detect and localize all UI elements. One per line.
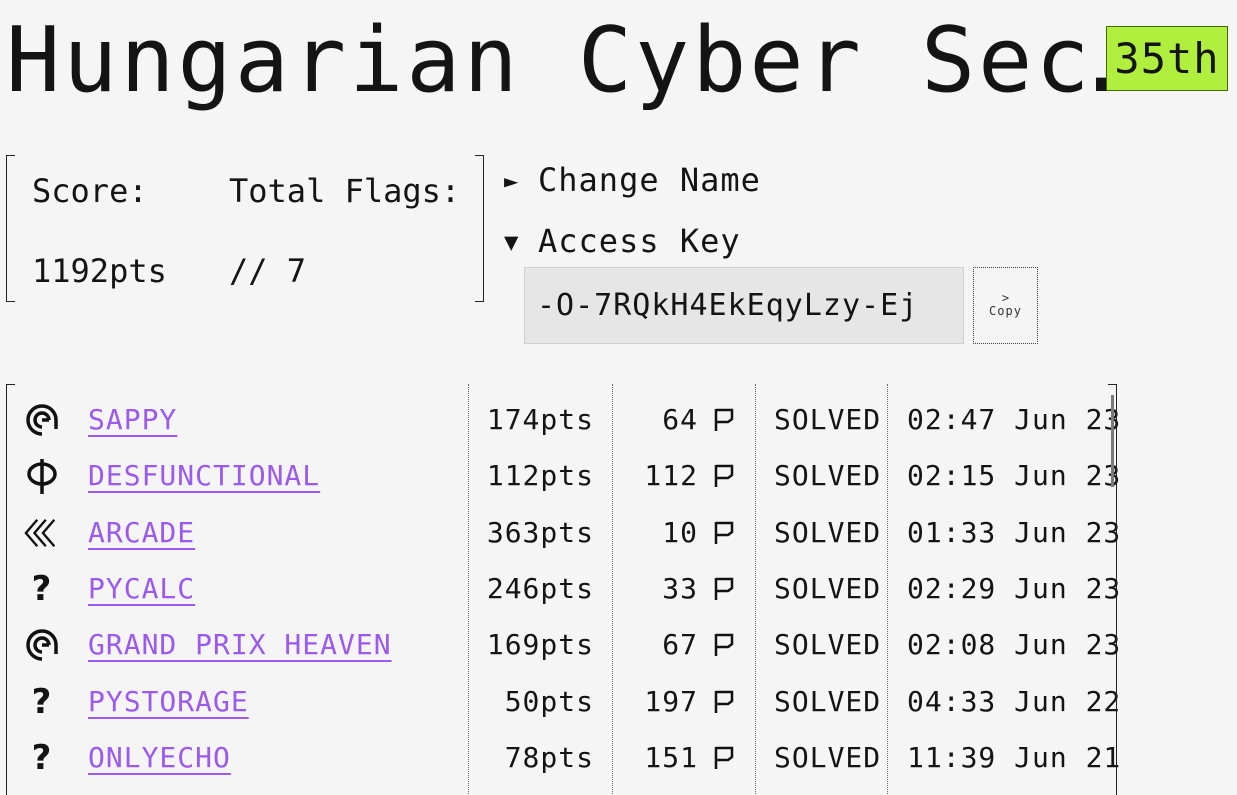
collapsed-arrow-icon: ► xyxy=(504,167,520,195)
challenge-points: 363pts xyxy=(486,515,594,549)
score-value: 1192pts xyxy=(32,252,167,290)
flag-icon xyxy=(714,730,736,786)
solve-time: 11:39 Jun 21 xyxy=(907,740,1122,774)
table-row: GRAND PRIX HEAVEN 169pts 67 SOLVED 02:08 Jun… xyxy=(6,617,1120,673)
solve-count: 67 xyxy=(662,628,698,662)
solve-status: SOLVED xyxy=(774,459,882,493)
expanded-arrow-icon: ▼ xyxy=(504,228,520,256)
challenge-link[interactable]: PYCALC xyxy=(88,561,195,617)
question-icon: ? xyxy=(31,568,53,609)
score-label: Score: xyxy=(32,172,148,210)
table-row: SAPPY 174pts 64 SOLVED 02:47 Jun 23 xyxy=(6,392,1120,448)
flag-icon xyxy=(714,505,736,561)
flag-icon xyxy=(714,674,736,730)
team-page: Hungarian Cyber Sec… 35th Score: Total F… xyxy=(0,0,1237,795)
solve-time: 02:29 Jun 23 xyxy=(907,571,1122,605)
challenge-points: 246pts xyxy=(486,571,594,605)
challenge-points: 78pts xyxy=(504,740,594,774)
solve-count: 33 xyxy=(662,571,698,605)
solve-count: 197 xyxy=(644,684,698,718)
change-name-label: Change Name xyxy=(538,161,761,199)
chevron-right-icon: > xyxy=(1001,291,1010,305)
challenge-link[interactable]: DESFUNCTIONAL xyxy=(88,448,320,504)
question-icon: ? xyxy=(31,681,53,722)
copy-button[interactable]: > Copy xyxy=(973,267,1038,344)
solve-status: SOLVED xyxy=(774,684,882,718)
flag-icon xyxy=(714,392,736,448)
table-row: ? ONLYECHO 78pts 151 SOLVED 11:39 Jun 21 xyxy=(6,730,1121,786)
challenge-link[interactable]: PYSTORAGE xyxy=(88,674,249,730)
flag-icon xyxy=(714,617,736,673)
challenge-points: 50pts xyxy=(504,684,594,718)
challenge-link[interactable]: SAPPY xyxy=(88,392,177,448)
solve-time: 01:33 Jun 23 xyxy=(907,515,1122,549)
access-key-toggle[interactable]: ▼ Access Key xyxy=(504,221,741,262)
solve-status: SOLVED xyxy=(774,571,882,605)
solve-count: 10 xyxy=(662,515,698,549)
solve-status: SOLVED xyxy=(774,740,882,774)
solve-time: 02:47 Jun 23 xyxy=(907,403,1122,436)
challenge-points: 112pts xyxy=(486,459,594,493)
flag-icon xyxy=(714,448,736,504)
total-flags-value: // 7 xyxy=(229,252,307,290)
challenge-points: 169pts xyxy=(486,628,594,662)
solve-status: SOLVED xyxy=(774,515,882,549)
solve-time: 02:08 Jun 23 xyxy=(907,628,1122,662)
spiral-icon xyxy=(24,617,60,673)
solves-table: SAPPY 174pts 64 SOLVED 02:47 Jun 23 DESFUNCTI… xyxy=(6,384,1121,795)
solve-count: 64 xyxy=(662,403,698,436)
challenge-link[interactable]: ONLYECHO xyxy=(88,730,231,786)
table-row: ARCADE 363pts 10 SOLVED 01:33 Jun 23 xyxy=(6,505,1120,561)
chevrons-left-icon xyxy=(24,505,60,561)
flag-icon xyxy=(714,561,736,617)
table-row: ? PYCALC 246pts 33 SOLVED 02:29 Jun 23 xyxy=(6,561,1121,617)
challenge-link[interactable]: GRAND PRIX HEAVEN xyxy=(88,617,392,673)
total-flags-label: Total Flags: xyxy=(229,172,461,210)
table-row: ? PYSTORAGE 50pts 197 SOLVED 04:33 Jun 22 xyxy=(6,674,1121,730)
solve-status: SOLVED xyxy=(774,403,882,436)
spiral-icon xyxy=(24,392,60,448)
copy-label: Copy xyxy=(989,304,1022,318)
challenge-link[interactable]: ARCADE xyxy=(88,505,195,561)
stats-box: Score: Total Flags: 1192pts // 7 xyxy=(6,155,484,302)
team-name: Hungarian Cyber Sec… xyxy=(6,8,1150,113)
solve-time: 04:33 Jun 22 xyxy=(907,684,1122,718)
challenge-points: 174pts xyxy=(486,403,594,436)
question-icon: ? xyxy=(31,737,53,778)
table-scrollbar[interactable] xyxy=(1111,395,1114,487)
access-key-label: Access Key xyxy=(538,222,741,260)
solve-count: 112 xyxy=(644,459,698,493)
table-row: DESFUNCTIONAL 112pts 112 SOLVED 02:15 Jun 23 xyxy=(6,448,1120,504)
solve-status: SOLVED xyxy=(774,628,882,662)
solve-count: 151 xyxy=(644,740,698,774)
rank-badge: 35th xyxy=(1106,26,1228,91)
change-name-toggle[interactable]: ► Change Name xyxy=(504,160,761,201)
solve-time: 02:15 Jun 23 xyxy=(907,459,1122,493)
access-key-field[interactable]: -O-7RQkH4EkEqyLzy-Ej xyxy=(524,267,964,344)
phi-icon xyxy=(24,448,60,504)
